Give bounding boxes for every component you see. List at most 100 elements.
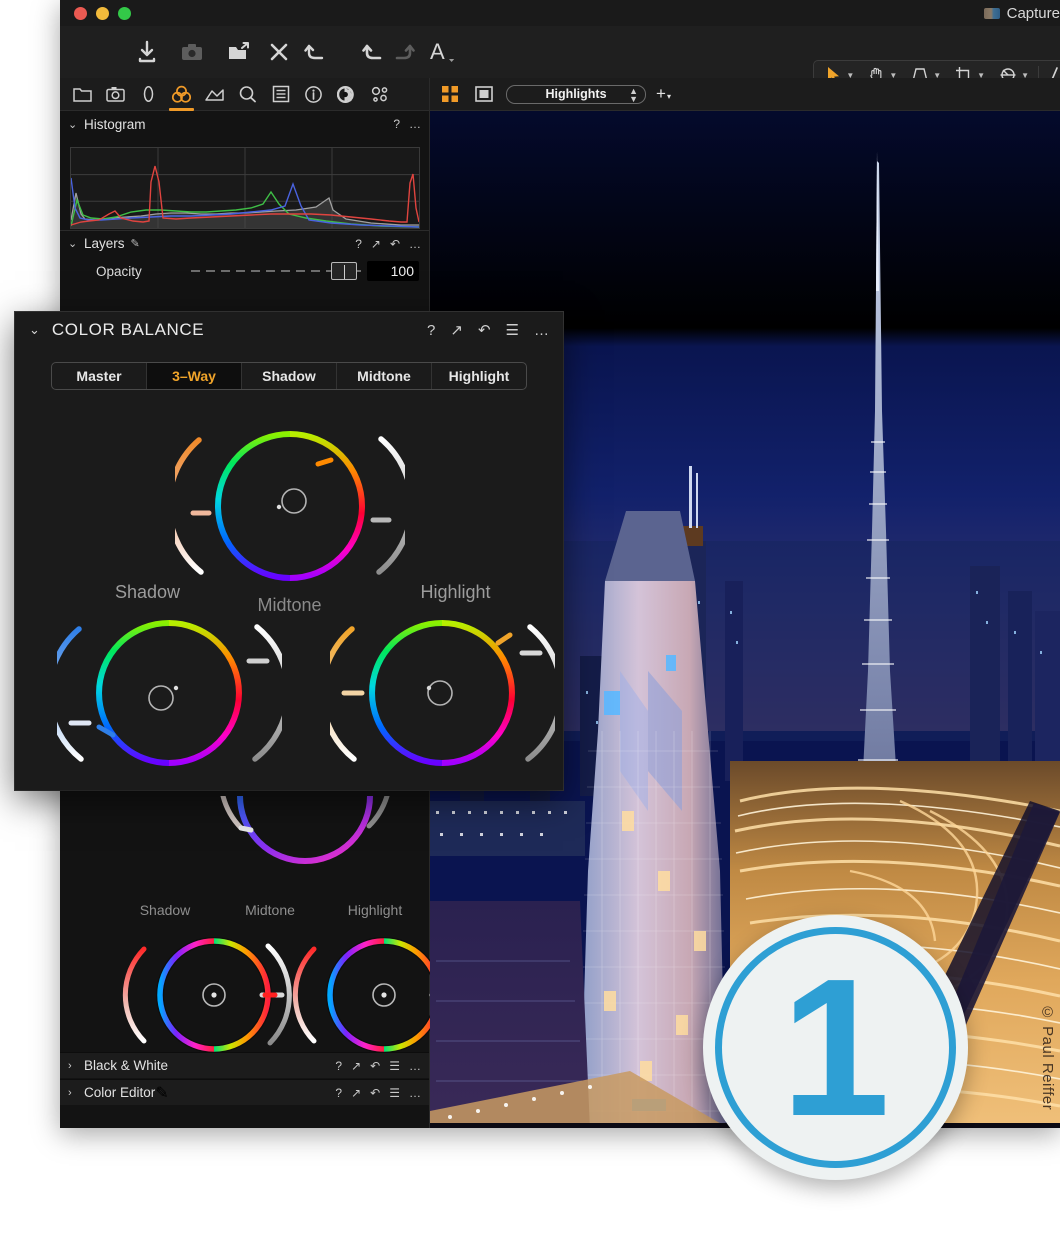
- color-editor-label: Color Editor: [84, 1085, 155, 1100]
- underlying-midtone-wheel[interactable]: [215, 796, 395, 921]
- opacity-label: Opacity: [96, 264, 191, 279]
- reset-icon[interactable]: ↶: [370, 1060, 380, 1072]
- text-tool-icon[interactable]: A: [425, 36, 459, 68]
- preset-select-value: Highlights: [545, 87, 606, 101]
- help-icon[interactable]: ?: [355, 238, 362, 250]
- black-and-white-label: Black & White: [84, 1058, 168, 1073]
- histogram-section: ⌄ Histogram ? …: [60, 111, 429, 230]
- window-title: Capture: [984, 4, 1060, 24]
- add-preset-label: +: [656, 84, 666, 104]
- close-window-button[interactable]: [74, 7, 87, 20]
- histogram-header[interactable]: ⌄ Histogram ? …: [60, 111, 429, 137]
- opacity-slider[interactable]: [191, 261, 361, 281]
- redo-icon[interactable]: [386, 36, 420, 68]
- more-options-icon[interactable]: …: [534, 322, 549, 339]
- sidebar-item-details[interactable]: [231, 78, 264, 111]
- expand-icon[interactable]: ↗: [351, 1087, 361, 1099]
- more-options-icon[interactable]: …: [409, 1060, 421, 1072]
- histogram-svg: [71, 148, 419, 228]
- chevron-down-icon[interactable]: ⌄: [29, 322, 40, 338]
- color-wheel-svg: [57, 605, 282, 785]
- opacity-value-field[interactable]: 100: [367, 261, 419, 281]
- tab-highlight[interactable]: Highlight: [432, 363, 526, 389]
- black-and-white-row[interactable]: › Black & White ? ↗ ↶ ☰ …: [60, 1052, 429, 1078]
- grid-view-icon[interactable]: [438, 83, 462, 105]
- stepper-icon: ▲▼: [629, 87, 638, 103]
- brush-icon[interactable]: ✎: [155, 1083, 168, 1103]
- chevron-right-icon: ›: [68, 1087, 84, 1099]
- color-balance-tab-bar: Master 3–Way Shadow Midtone Highlight: [51, 362, 527, 390]
- single-view-icon[interactable]: [472, 83, 496, 105]
- tool-tab-bar: [60, 78, 429, 111]
- histogram-header-icons: ? …: [393, 111, 421, 137]
- photo-copyright: © Paul Reiffer: [1039, 1004, 1056, 1110]
- black-and-white-icons: ? ↗ ↶ ☰ …: [335, 1053, 421, 1079]
- minimize-window-button[interactable]: [96, 7, 109, 20]
- preset-select[interactable]: Highlights ▲▼: [506, 85, 646, 104]
- window-title-text: Capture: [1007, 5, 1060, 22]
- expand-icon[interactable]: ↗: [351, 1060, 361, 1072]
- capture-camera-icon[interactable]: [175, 36, 209, 68]
- sidebar-item-library[interactable]: [66, 78, 99, 111]
- highlight-color-wheel[interactable]: [330, 605, 555, 790]
- import-images-icon[interactable]: [130, 36, 164, 68]
- histogram-chart[interactable]: [70, 147, 420, 229]
- sidebar-item-output[interactable]: [330, 78, 363, 111]
- tab-midtone[interactable]: Midtone: [337, 363, 432, 389]
- chevron-down-icon: ⌄: [68, 118, 84, 131]
- export-images-icon[interactable]: [223, 36, 257, 68]
- opacity-row: Opacity 100: [60, 256, 429, 286]
- screenshot-root: Capture: [0, 0, 1060, 1249]
- sidebar-item-capture[interactable]: [99, 78, 132, 111]
- layers-header-icons: ? ↗ ↶ …: [355, 231, 421, 257]
- reset-icon[interactable]: [300, 36, 334, 68]
- tab-master[interactable]: Master: [52, 363, 147, 389]
- help-icon[interactable]: ?: [335, 1087, 342, 1099]
- midtone-color-wheel[interactable]: [175, 417, 405, 607]
- chevron-right-icon: ›: [68, 1060, 84, 1072]
- chevron-down-icon: ⌄: [68, 237, 84, 250]
- chevron-down-icon: ▾: [667, 92, 671, 101]
- step-number-badge: 1: [703, 915, 968, 1180]
- delete-icon[interactable]: [262, 36, 296, 68]
- color-balance-panel[interactable]: ⌄ COLOR BALANCE ? ↗ ↶ ☰ … Master 3–Way S…: [15, 312, 563, 790]
- more-options-icon[interactable]: …: [409, 238, 421, 250]
- sidebar-item-lens[interactable]: [132, 78, 165, 111]
- menu-icon[interactable]: ☰: [389, 1060, 400, 1072]
- viewer-toolbar: Highlights ▲▼ +▾: [430, 78, 1060, 111]
- color-balance-header: ⌄ COLOR BALANCE ? ↗ ↶ ☰ …: [15, 312, 563, 348]
- sidebar-item-adjustments[interactable]: [264, 78, 297, 111]
- reset-icon[interactable]: ↶: [478, 321, 491, 339]
- reset-icon[interactable]: ↶: [390, 238, 400, 250]
- color-balance-header-icons: ? ↗ ↶ ☰ …: [427, 312, 549, 348]
- tab-3way[interactable]: 3–Way: [147, 363, 242, 389]
- more-options-icon[interactable]: …: [409, 118, 421, 130]
- more-options-icon[interactable]: …: [409, 1087, 421, 1099]
- slider-handle[interactable]: [331, 262, 357, 280]
- menu-icon[interactable]: ☰: [389, 1087, 400, 1099]
- sidebar-item-color[interactable]: [165, 78, 198, 111]
- tab-shadow[interactable]: Shadow: [242, 363, 337, 389]
- shadow-color-wheel[interactable]: [57, 605, 282, 790]
- sidebar-item-exposure[interactable]: [198, 78, 231, 111]
- color-editor-row[interactable]: › Color Editor ✎ ? ↗ ↶ ☰ …: [60, 1079, 429, 1105]
- brush-icon[interactable]: ✎: [131, 237, 140, 250]
- menu-icon[interactable]: ☰: [506, 321, 519, 339]
- help-icon[interactable]: ?: [393, 118, 400, 130]
- expand-icon[interactable]: ↗: [371, 238, 381, 250]
- zoom-window-button[interactable]: [118, 7, 131, 20]
- add-preset-button[interactable]: +▾: [656, 84, 671, 104]
- expand-icon[interactable]: ↗: [450, 321, 463, 339]
- layers-title: Layers: [84, 236, 125, 251]
- histogram-title: Histogram: [84, 117, 146, 132]
- underlying-shadow-wheel[interactable]: [122, 931, 307, 1066]
- color-editor-icons: ? ↗ ↶ ☰ …: [335, 1080, 421, 1106]
- layers-header[interactable]: ⌄ Layers ✎ ? ↗ ↶ …: [60, 230, 429, 256]
- color-wheel-svg: [215, 796, 395, 916]
- reset-icon[interactable]: ↶: [370, 1087, 380, 1099]
- title-bar: Capture: [60, 0, 1060, 26]
- help-icon[interactable]: ?: [335, 1060, 342, 1072]
- sidebar-item-metadata[interactable]: [297, 78, 330, 111]
- sidebar-item-batch[interactable]: [363, 78, 396, 111]
- help-icon[interactable]: ?: [427, 322, 435, 339]
